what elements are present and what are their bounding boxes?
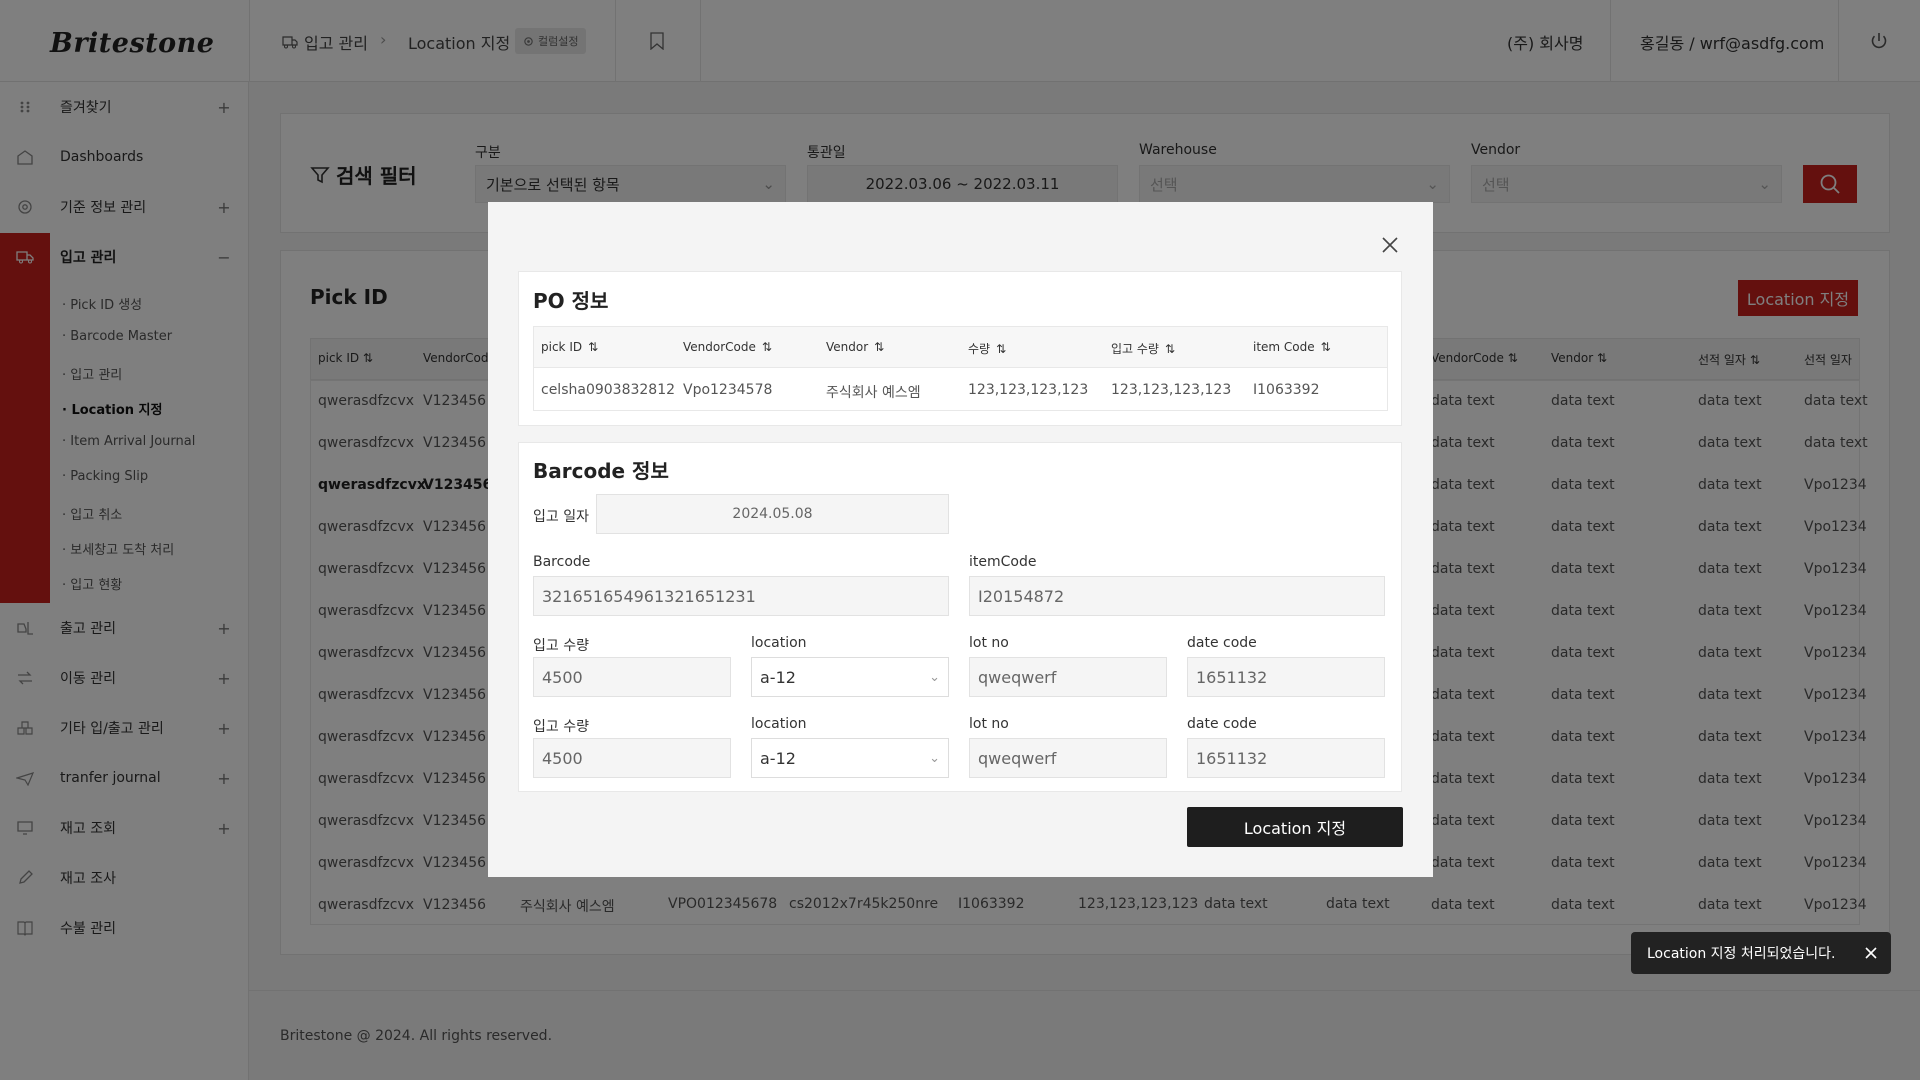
sort-icon: ⇅ [996,341,1007,356]
date-code-label: date code [1187,635,1257,651]
barcode-input[interactable]: 321651654961321651231 [533,576,949,616]
po-table-cell: 123,123,123,123 [968,382,1089,398]
close-icon[interactable] [1865,947,1877,959]
lot-no-label: lot no [969,716,1009,732]
po-info-title: PO 정보 [533,289,609,313]
location-select[interactable]: a-12 ⌄ [751,657,949,697]
receipt-qty-input[interactable]: 4500 [533,657,731,697]
location-label: location [751,716,807,732]
lot-no-label: lot no [969,635,1009,651]
po-table-cell: 123,123,123,123 [1111,382,1232,398]
success-toast: Location 지정 처리되었습니다. [1631,932,1891,974]
chevron-down-icon: ⌄ [929,669,940,685]
location-select[interactable]: a-12 ⌄ [751,738,949,778]
close-icon[interactable] [1381,236,1399,254]
item-code-label: itemCode [969,554,1037,570]
po-column-header[interactable]: Vendor ⇅ [826,340,884,354]
sort-icon: ⇅ [1164,341,1176,356]
toast-message: Location 지정 처리되었습니다. [1647,946,1836,962]
po-column-header[interactable]: VendorCode ⇅ [683,340,772,354]
po-column-header[interactable]: 입고 수량 ⇅ [1111,340,1175,357]
po-table-cell: celsha0903832812 [541,382,676,398]
receipt-qty-label: 입고 수량 [533,719,589,735]
chevron-down-icon: ⌄ [929,750,940,766]
barcode-label: Barcode [533,554,591,570]
receipt-date-label: 입고 일자 [533,509,589,525]
receipt-date-input[interactable]: 2024.05.08 [596,494,949,534]
modal-location-assign-button[interactable]: Location 지정 [1187,807,1403,847]
barcode-info-title: Barcode 정보 [533,459,669,483]
location-label: location [751,635,807,651]
sort-icon: ⇅ [874,340,885,354]
po-table-cell: Vpo1234578 [683,382,773,398]
item-code-input[interactable]: I20154872 [969,576,1385,616]
date-code-label: date code [1187,716,1257,732]
po-column-header[interactable]: item Code ⇅ [1253,340,1331,354]
sort-icon: ⇅ [761,340,772,354]
lot-no-input[interactable]: qweqwerf [969,738,1167,778]
lot-no-input[interactable]: qweqwerf [969,657,1167,697]
po-table-cell: I1063392 [1253,382,1320,398]
date-code-input[interactable]: 1651132 [1187,657,1385,697]
receipt-qty-input[interactable]: 4500 [533,738,731,778]
po-table-cell: 주식회사 예스엠 [826,385,921,401]
sort-icon: ⇅ [588,340,599,354]
receipt-qty-label: 입고 수량 [533,638,589,654]
date-code-input[interactable]: 1651132 [1187,738,1385,778]
po-column-header[interactable]: 수량 ⇅ [968,340,1006,357]
po-column-header[interactable]: pick ID ⇅ [541,340,598,354]
sort-icon: ⇅ [1320,340,1331,354]
